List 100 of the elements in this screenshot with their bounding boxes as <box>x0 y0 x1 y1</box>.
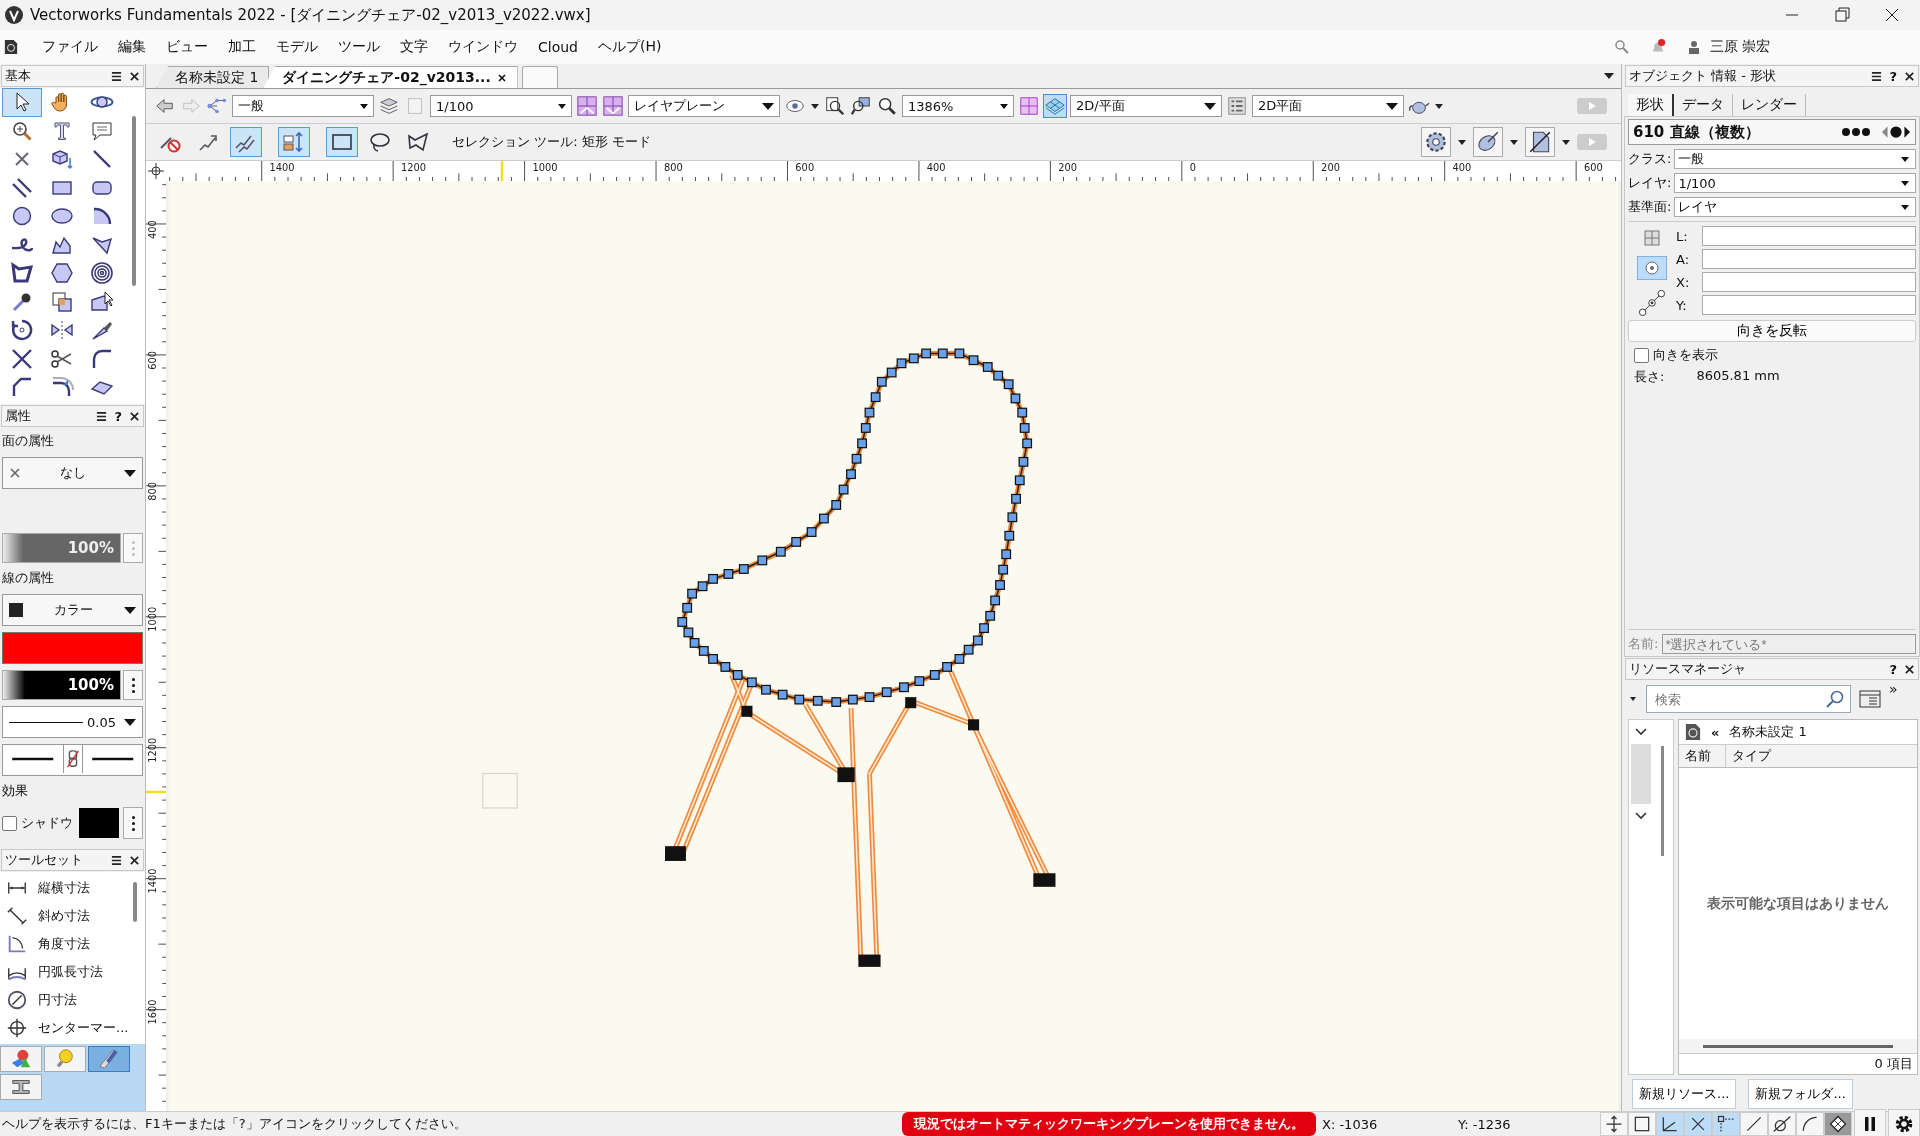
input-field[interactable] <box>1702 249 1916 269</box>
menu-item[interactable]: ツール <box>328 38 390 56</box>
input-field[interactable] <box>1702 226 1916 246</box>
tool-label[interactable]: センターマー... <box>38 1019 129 1037</box>
close-icon[interactable] <box>129 70 140 82</box>
new-button[interactable]: 新規リソース... <box>1632 1079 1737 1109</box>
transform-arrows-icon[interactable] <box>278 127 310 157</box>
close-icon[interactable] <box>1904 70 1915 82</box>
caret-icon[interactable] <box>1561 137 1571 147</box>
scrollbar[interactable] <box>1661 746 1664 856</box>
menu-icon[interactable] <box>111 70 122 82</box>
pencil-ruler-icon[interactable] <box>88 1046 130 1072</box>
magnifier-icon[interactable] <box>876 95 898 117</box>
document-tab[interactable]: ダイニングチェア-02_v2013... <box>263 66 518 88</box>
more-icon[interactable] <box>123 670 143 700</box>
help-button[interactable]: ? <box>114 408 122 424</box>
menu-item[interactable]: ウインドウ <box>438 38 528 56</box>
close-icon[interactable] <box>1904 663 1915 675</box>
line-nodes-icon[interactable] <box>1638 288 1666 316</box>
caret-icon[interactable] <box>1509 137 1519 147</box>
collapse-button[interactable]: « <box>1711 724 1720 740</box>
list-view-icon[interactable] <box>1859 689 1881 709</box>
scrollbar[interactable] <box>133 882 137 922</box>
previous-next-icon[interactable] <box>1881 125 1911 139</box>
tangent-icon[interactable] <box>1768 1112 1796 1136</box>
layer-dropdown[interactable]: 1/100 <box>430 95 572 117</box>
tool-label[interactable]: 円寸法 <box>38 991 77 1009</box>
lightbulb-icon[interactable] <box>44 1046 86 1072</box>
menu-item[interactable]: ヘルプ(H) <box>588 38 672 56</box>
line-weight-dropdown[interactable]: 0.05 <box>2 706 143 738</box>
rectangle-marquee-icon[interactable] <box>326 127 358 157</box>
column-header[interactable]: タイプ <box>1726 745 1777 767</box>
color-swatch[interactable] <box>2 632 143 664</box>
grid-arrow-up-icon[interactable] <box>576 95 598 117</box>
dropdown[interactable]: 一般 <box>1674 149 1916 169</box>
caret-icon[interactable] <box>1434 101 1444 111</box>
arc-icon[interactable] <box>1796 1112 1824 1136</box>
menu-item[interactable]: ファイル <box>32 38 108 56</box>
panel-layout-icon[interactable] <box>1226 95 1248 117</box>
close-icon[interactable] <box>129 410 140 422</box>
checkbox[interactable] <box>1634 347 1649 363</box>
restore-icon[interactable] <box>1832 5 1852 25</box>
search-icon[interactable] <box>1825 689 1845 709</box>
menu-icon[interactable] <box>96 410 108 422</box>
circle-dimension-icon[interactable] <box>6 989 28 1011</box>
document-tab[interactable]: 名称未設定 1 <box>156 66 270 88</box>
help-button[interactable]: ? <box>1889 661 1897 677</box>
crosshair-arrows-icon[interactable] <box>1600 1112 1628 1136</box>
zoom-dropdown[interactable]: 1386% <box>902 95 1014 117</box>
four-panes-icon[interactable] <box>1018 95 1040 117</box>
x-mark-icon[interactable] <box>1684 1112 1712 1136</box>
menu-item[interactable]: Cloud <box>528 39 588 55</box>
close-icon[interactable] <box>496 72 507 83</box>
expand-button[interactable]: » <box>1889 681 1898 697</box>
scrollbar[interactable] <box>132 116 136 286</box>
shadow-color-swatch[interactable] <box>79 808 119 838</box>
tool-label[interactable]: 円弧長寸法 <box>38 963 103 981</box>
menu-item[interactable]: 編集 <box>108 38 156 56</box>
search-icon[interactable] <box>1613 39 1630 55</box>
menu-item[interactable]: ビュー <box>156 38 218 56</box>
more-icon[interactable] <box>123 807 143 839</box>
user-name[interactable]: 三原 崇宏 <box>1709 38 1770 56</box>
dotted-corner-icon[interactable] <box>1712 1112 1740 1136</box>
help-button[interactable]: ? <box>1889 68 1897 84</box>
dropdown[interactable]: 1/100 <box>1674 173 1916 193</box>
angle-dimension-icon[interactable] <box>6 933 28 955</box>
opacity-bar[interactable]: 100% <box>2 533 121 563</box>
tool-label[interactable]: 斜め寸法 <box>38 907 90 925</box>
isometric-grid-icon[interactable] <box>1044 95 1066 117</box>
diamond-grid-icon[interactable] <box>1824 1112 1852 1136</box>
new-button[interactable]: 新規フォルダ... <box>1748 1079 1853 1109</box>
class-dropdown[interactable]: 一般 <box>232 95 374 117</box>
more-dots-icon[interactable] <box>1841 127 1871 137</box>
square-corner-icon[interactable] <box>1628 1112 1656 1136</box>
tool-label[interactable]: 角度寸法 <box>38 935 90 953</box>
menu-item[interactable]: モデル <box>266 38 328 56</box>
pause-icon[interactable] <box>1854 1109 1886 1136</box>
chair-drawing[interactable] <box>665 348 1056 967</box>
caret-icon[interactable] <box>810 101 820 111</box>
scrollbar[interactable] <box>1703 1044 1893 1048</box>
view-dropdown[interactable]: 2D/平面 <box>1070 95 1222 117</box>
steel-beam-icon[interactable] <box>0 1074 42 1100</box>
layers-icon[interactable] <box>378 95 400 117</box>
menu-item[interactable]: 文字 <box>390 38 438 56</box>
grid-squares-icon[interactable] <box>1642 228 1662 248</box>
zoom-page-icon[interactable] <box>824 95 846 117</box>
caret-icon[interactable] <box>1457 137 1467 147</box>
menu-icon[interactable] <box>111 854 122 866</box>
chevron-down-icon[interactable] <box>1633 726 1649 738</box>
column-header[interactable]: 名前 <box>1679 745 1726 767</box>
plane-dropdown[interactable]: レイヤプレーン <box>628 95 780 117</box>
crosshair-icon[interactable] <box>6 1017 28 1039</box>
opacity-bar[interactable]: 100% <box>2 670 121 700</box>
line-style-dropdown[interactable]: カラー <box>2 594 143 626</box>
tab[interactable]: 形状 <box>1628 94 1674 116</box>
zoom-objects-icon[interactable] <box>850 95 872 117</box>
grid-arrow-down-icon[interactable] <box>602 95 624 117</box>
document-icon[interactable] <box>4 39 18 55</box>
checkbox[interactable] <box>2 815 17 831</box>
dropdown[interactable]: レイヤ <box>1674 197 1916 217</box>
